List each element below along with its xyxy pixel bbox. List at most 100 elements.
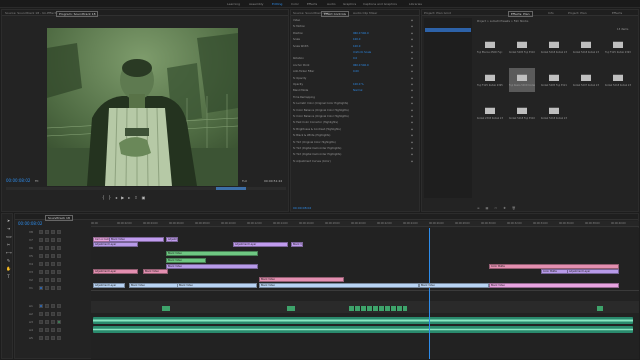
export-frame-icon[interactable]: ▣ [142, 195, 150, 200]
tab-program[interactable]: Program: Soundtrack 18 [56, 11, 99, 17]
effect-row-value[interactable]: Uniform Scale [353, 51, 371, 54]
track-toggle-button[interactable] [51, 286, 55, 290]
audio-clip-chain[interactable] [349, 306, 407, 311]
preset-item[interactable]: Kodak 5207 Kodak 2393 [573, 68, 599, 92]
track-toggle-button[interactable] [45, 336, 49, 340]
preset-item[interactable]: Kodak 5218 Fuji 3510 [509, 101, 535, 125]
trash-icon[interactable]: 🗑 [512, 206, 522, 210]
keyframe-icon[interactable]: ◆ [411, 109, 413, 112]
keyframe-icon[interactable]: ◆ [411, 51, 413, 54]
track-toggle-button[interactable] [57, 312, 61, 316]
effect-row[interactable]: Scale 100.0 ◆ [293, 38, 413, 42]
keyframe-icon[interactable]: ◆ [411, 153, 413, 156]
tab-sequence[interactable]: Soundtrack 18 [45, 215, 73, 221]
list-view-icon[interactable]: ≡ [477, 206, 486, 210]
timeline-clip[interactable]: Adjustment Layer [233, 242, 288, 247]
track-toggle-button[interactable] [39, 328, 43, 332]
track-toggle-button[interactable] [39, 230, 43, 234]
workspace-tab-libraries[interactable]: Libraries [409, 2, 422, 6]
new-bin-icon[interactable]: ▭ [494, 206, 503, 210]
effect-row-value[interactable]: 100.0 [353, 45, 360, 48]
preset-item[interactable]: Fuji F125 Kodak 2393 [605, 35, 631, 59]
effect-row[interactable]: Anchor Point 960.0 540.0 ◆ [293, 64, 413, 68]
keyframe-icon[interactable]: ◆ [411, 128, 413, 131]
playback-resolution-select[interactable]: Full [242, 179, 247, 183]
effect-row[interactable]: fx Tint (Digital Camcorder Highlights) ◆ [293, 153, 413, 157]
preset-item[interactable]: Kodak 5205 Fuji 3521 [541, 68, 567, 92]
track-toggle-button[interactable] [51, 238, 55, 242]
track-toggle-button[interactable] [51, 270, 55, 274]
preset-item[interactable]: Kodak 5218 Kodak 2383 [541, 35, 567, 59]
track-toggle-button[interactable] [57, 304, 61, 308]
effect-row[interactable]: Position 960.0 540.0 ◆ [293, 32, 413, 36]
timeline-clip[interactable]: Black Video [291, 242, 303, 247]
preset-item[interactable]: Kodak 5218 Kodak 2395 [573, 35, 599, 59]
slip-tool-icon[interactable]: ⟷ [6, 250, 12, 255]
tab-info[interactable]: Info [548, 11, 554, 15]
track-toggle-button[interactable] [45, 230, 49, 234]
effect-row[interactable]: fx Lumetri Color (Original Color Highlig… [293, 102, 413, 106]
keyframe-icon[interactable]: ◆ [411, 134, 413, 137]
timeline-clip[interactable]: Black Video [259, 277, 344, 282]
tab-effects[interactable]: Effects [612, 11, 622, 15]
track-toggle-button[interactable] [45, 238, 49, 242]
timeline-clip[interactable]: Black Video [166, 258, 206, 263]
tab-source[interactable]: Source: Soundtrack 18 - Un-Effects [5, 11, 58, 15]
track-toggle-button[interactable] [39, 254, 43, 258]
track-toggle-button[interactable] [45, 246, 49, 250]
keyframe-icon[interactable]: ◆ [411, 25, 413, 28]
effect-row[interactable]: fx Fast Color Corrector (Highlights) ◆ [293, 121, 413, 125]
lift-icon[interactable]: ⇧ [134, 195, 141, 200]
track-toggle-button[interactable] [51, 246, 55, 250]
timeline-clip[interactable]: Black Video [259, 283, 419, 288]
keyframe-icon[interactable]: ◆ [411, 83, 413, 86]
zoom-fit-select[interactable]: Fit [35, 179, 39, 183]
track-toggle-button[interactable] [57, 270, 61, 274]
track-toggle-button[interactable] [45, 304, 49, 308]
track-toggle-button[interactable] [39, 278, 43, 282]
ripple-edit-tool-icon[interactable]: ⟺ [6, 234, 12, 239]
timeline-clip[interactable]: Adjustment Layer [93, 269, 138, 274]
track-toggle-button[interactable] [51, 230, 55, 234]
timeline-clip[interactable]: Adjustment Layer [93, 283, 125, 288]
timeline-clip[interactable]: Black Video [143, 269, 168, 274]
effect-row[interactable]: fx Opacity ◆ [293, 77, 413, 81]
keyframe-icon[interactable]: ◆ [411, 70, 413, 73]
keyframe-icon[interactable]: ◆ [411, 45, 413, 48]
effect-row[interactable]: Opacity 100.0 % ◆ [293, 83, 413, 87]
track-toggle-button[interactable] [39, 262, 43, 266]
preset-item[interactable]: Kodak 5218 Kodak 2393 [605, 68, 631, 92]
keyframe-icon[interactable]: ◆ [411, 38, 413, 41]
tab-effect-controls[interactable]: Effect Controls [321, 11, 349, 17]
effect-row[interactable]: fx Color Balance (Original Color Highlig… [293, 109, 413, 113]
track-toggle-button[interactable] [39, 246, 43, 250]
effect-row[interactable]: fx Tint (Original Color Highlights) ◆ [293, 141, 413, 145]
track-toggle-button[interactable] [51, 328, 55, 332]
effect-row[interactable]: Time Remapping ◆ [293, 96, 413, 100]
tab-audio-clip-mixer[interactable]: Audio Clip Mixer [353, 11, 377, 15]
effect-row[interactable]: fx Black & White (Highlights) ◆ [293, 134, 413, 138]
selection-tool-icon[interactable]: ➤ [6, 218, 11, 223]
time-ruler[interactable]: 00:00 00:00:02:00 00:00:04:00 00:00:06:00 00… [91, 221, 639, 227]
keyframe-icon[interactable]: ◆ [411, 57, 413, 60]
audio-clip-a2[interactable] [93, 317, 633, 324]
timeline-clip[interactable]: Color Matte [541, 269, 569, 274]
razor-tool-icon[interactable]: ✂ [6, 242, 11, 247]
track-toggle-button[interactable] [57, 246, 61, 250]
track-toggle-button[interactable] [51, 254, 55, 258]
timeline-clip[interactable]: Adjustment Layer [166, 237, 178, 242]
effect-row[interactable]: Blend Mode Normal ◆ [293, 89, 413, 93]
audio-clip-small[interactable] [597, 306, 603, 311]
audio-clip-small[interactable] [162, 306, 170, 311]
keyframe-icon[interactable]: ◆ [411, 141, 413, 144]
track-toggle-button[interactable] [39, 304, 43, 308]
workspace-tab-captions[interactable]: Captions and Graphics [363, 2, 397, 6]
track-toggle-button[interactable] [45, 286, 49, 290]
workspace-tab-graphics[interactable]: Graphics [343, 2, 356, 6]
preset-item[interactable]: Fuji Reala 500D Kodak 2393 [509, 68, 535, 92]
track-toggle-button[interactable] [45, 320, 49, 324]
audio-clip-small[interactable] [287, 306, 295, 311]
timeline-clip[interactable]: Black Video [166, 264, 258, 269]
playhead[interactable] [429, 228, 430, 359]
effect-row[interactable]: fx Brightness & Contrast (Highlights) ◆ [293, 128, 413, 132]
